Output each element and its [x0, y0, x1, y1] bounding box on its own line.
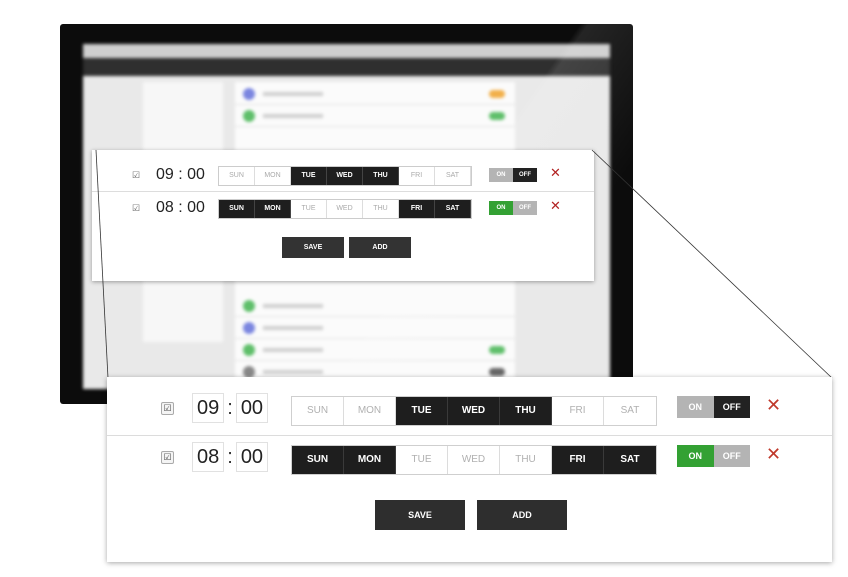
day-sat[interactable]: SAT [435, 200, 471, 218]
on-off-toggle[interactable]: ON OFF [677, 396, 750, 418]
on-off-toggle[interactable]: ON OFF [677, 445, 750, 467]
day-thu[interactable]: THU [500, 446, 552, 474]
checkbox-icon[interactable]: ☑ [132, 203, 140, 214]
day-wed[interactable]: WED [448, 446, 500, 474]
checkbox-icon[interactable]: ☑ [132, 170, 140, 181]
day-thu[interactable]: THU [363, 167, 399, 185]
close-icon[interactable]: ✕ [550, 198, 561, 214]
day-wed[interactable]: WED [448, 397, 500, 425]
day-sat[interactable]: SAT [604, 446, 656, 474]
day-selector: SUN MON TUE WED THU FRI SAT [291, 445, 657, 475]
time-display: 09 : 00 [156, 166, 205, 183]
day-fri[interactable]: FRI [399, 200, 435, 218]
day-fri[interactable]: FRI [399, 167, 435, 185]
time-separator: : [227, 396, 233, 419]
schedule-checkbox[interactable]: ☑ [161, 402, 174, 415]
day-thu[interactable]: THU [363, 200, 399, 218]
toggle-off-label: OFF [513, 201, 537, 215]
day-sun[interactable]: SUN [219, 200, 255, 218]
save-button[interactable]: SAVE [282, 237, 344, 258]
close-icon[interactable]: ✕ [766, 444, 781, 465]
close-icon[interactable]: ✕ [550, 165, 561, 181]
toggle-on-label: ON [677, 396, 714, 418]
day-tue[interactable]: TUE [396, 446, 448, 474]
toggle-off-label: OFF [713, 396, 750, 418]
minutes-field[interactable]: 00 [235, 393, 269, 423]
day-selector: SUN MON TUE WED THU FRI SAT [218, 199, 472, 219]
day-mon[interactable]: MON [344, 446, 396, 474]
schedule-row: ☑ 09 : 00 SUN MON TUE WED THU FRI SAT ON… [107, 387, 832, 436]
day-fri[interactable]: FRI [552, 397, 604, 425]
day-wed[interactable]: WED [327, 167, 363, 185]
hours-field[interactable]: 09 [192, 393, 225, 423]
schedule-row: ☑ 08 : 00 SUN MON TUE WED THU FRI SAT ON… [107, 436, 832, 484]
toggle-on-label: ON [489, 168, 513, 182]
day-selector: SUN MON TUE WED THU FRI SAT [218, 166, 472, 186]
schedule-checkbox[interactable]: ☑ [161, 451, 174, 464]
day-tue[interactable]: TUE [291, 200, 327, 218]
day-sun[interactable]: SUN [219, 167, 255, 185]
time-input: 08 : 00 [192, 442, 269, 472]
schedule-row-small: ☑ 09 : 00 SUN MON TUE WED THU FRI SAT ON… [92, 160, 594, 192]
on-off-toggle[interactable]: ON OFF [489, 168, 537, 182]
schedule-popup-small: ☑ 09 : 00 SUN MON TUE WED THU FRI SAT ON… [92, 150, 594, 281]
day-selector: SUN MON TUE WED THU FRI SAT [291, 396, 657, 426]
day-tue[interactable]: TUE [291, 167, 327, 185]
day-sat[interactable]: SAT [435, 167, 471, 185]
day-sun[interactable]: SUN [292, 446, 344, 474]
toggle-off-label: OFF [513, 168, 537, 182]
day-mon[interactable]: MON [255, 200, 291, 218]
add-button[interactable]: ADD [477, 500, 567, 530]
day-sat[interactable]: SAT [604, 397, 656, 425]
day-sun[interactable]: SUN [292, 397, 344, 425]
schedule-panel-zoomed: ☑ 09 : 00 SUN MON TUE WED THU FRI SAT ON… [107, 377, 832, 562]
hours-field[interactable]: 08 [192, 442, 225, 472]
toggle-off-label: OFF [713, 445, 750, 467]
day-fri[interactable]: FRI [552, 446, 604, 474]
save-button[interactable]: SAVE [375, 500, 465, 530]
time-display: 08 : 00 [156, 199, 205, 216]
minutes-field[interactable]: 00 [235, 442, 269, 472]
schedule-row-small: ☑ 08 : 00 SUN MON TUE WED THU FRI SAT ON… [92, 193, 594, 224]
toggle-on-label: ON [489, 201, 513, 215]
day-mon[interactable]: MON [344, 397, 396, 425]
day-tue[interactable]: TUE [396, 397, 448, 425]
day-mon[interactable]: MON [255, 167, 291, 185]
toggle-on-label: ON [677, 445, 714, 467]
on-off-toggle[interactable]: ON OFF [489, 201, 537, 215]
day-wed[interactable]: WED [327, 200, 363, 218]
day-thu[interactable]: THU [500, 397, 552, 425]
time-separator: : [227, 445, 233, 468]
time-input: 09 : 00 [192, 393, 269, 423]
add-button[interactable]: ADD [349, 237, 411, 258]
close-icon[interactable]: ✕ [766, 395, 781, 416]
